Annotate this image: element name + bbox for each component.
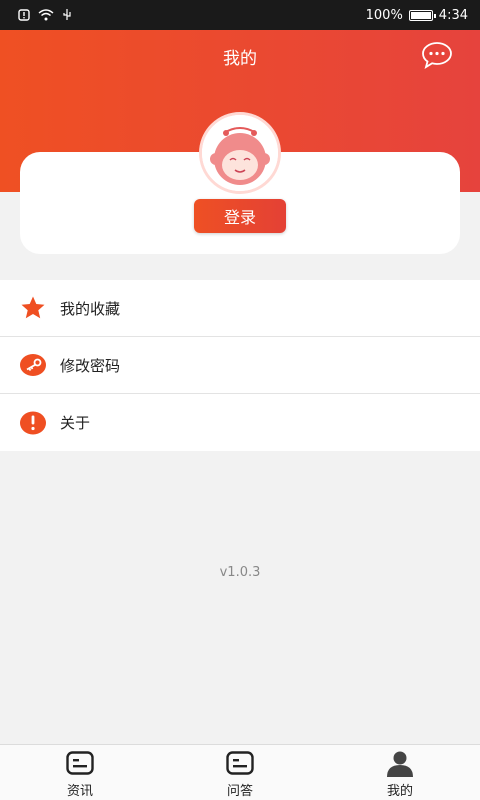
app-version: v1.0.3	[219, 565, 261, 580]
info-icon	[20, 410, 46, 436]
battery-icon	[408, 9, 436, 21]
tab-news[interactable]: 资讯	[0, 745, 160, 800]
tab-me[interactable]: 我的	[320, 745, 480, 800]
tab-qa[interactable]: 问答	[160, 745, 320, 800]
tab-label: 我的	[386, 784, 413, 799]
avatar[interactable]	[199, 112, 281, 194]
message-button[interactable]	[420, 40, 454, 70]
key-icon	[20, 352, 46, 378]
menu-item-favorites[interactable]: 我的收藏	[0, 280, 480, 337]
user-icon	[387, 751, 413, 777]
battery-percent: 100%	[365, 7, 403, 23]
wifi-icon	[38, 9, 54, 21]
chat-bubble-icon	[422, 42, 452, 69]
status-bar: 100% 4:34	[0, 0, 480, 30]
menu-item-label: 关于	[60, 414, 91, 432]
news-icon	[66, 751, 94, 775]
status-left	[18, 9, 72, 21]
bottom-tab-bar: 资讯 问答 我的	[0, 744, 480, 800]
menu-item-label: 我的收藏	[60, 299, 121, 318]
monkey-avatar-icon	[202, 115, 278, 191]
login-button[interactable]: 登录	[194, 199, 286, 233]
status-right: 100% 4:34	[366, 8, 468, 23]
menu-item-change-password[interactable]: 修改密码	[0, 337, 480, 394]
tab-label: 问答	[226, 784, 253, 799]
page-title: 我的	[223, 49, 257, 69]
alert-icon	[18, 9, 30, 21]
menu-item-label: 修改密码	[60, 356, 121, 375]
menu-list: 我的收藏 修改密码 关于	[0, 280, 480, 451]
qa-icon	[226, 751, 254, 775]
usb-icon	[63, 9, 71, 20]
clock: 4:34	[438, 7, 468, 23]
star-icon	[20, 295, 46, 321]
tab-label: 资讯	[66, 784, 93, 799]
menu-item-about[interactable]: 关于	[0, 394, 480, 451]
